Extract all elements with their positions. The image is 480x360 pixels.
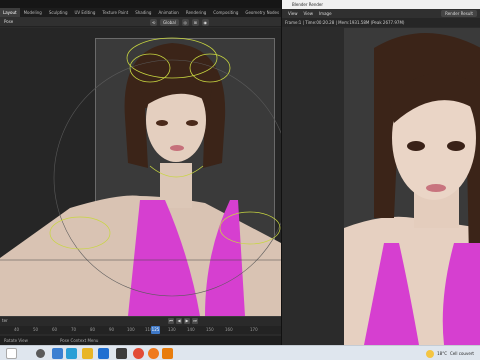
render-eye-left bbox=[407, 141, 425, 151]
render-menu-bar: View View Image Render Result bbox=[282, 9, 480, 18]
tab-layout[interactable]: Layout bbox=[0, 8, 20, 17]
eye-right-shape bbox=[186, 120, 198, 126]
blender-window: Layout Modeling Sculpting UV Editing Tex… bbox=[0, 0, 304, 345]
mail-icon[interactable] bbox=[98, 348, 109, 359]
render-result-image[interactable] bbox=[344, 28, 480, 345]
store-icon[interactable] bbox=[116, 348, 127, 359]
tab-modeling[interactable]: Modeling bbox=[21, 8, 45, 17]
menu-strip bbox=[0, 0, 281, 8]
timeline-label: ter bbox=[2, 318, 8, 323]
search-icon[interactable] bbox=[36, 349, 45, 358]
render-menu-view[interactable]: View bbox=[288, 11, 298, 16]
weather-text[interactable]: Cell couvert bbox=[450, 351, 474, 356]
windows-taskbar: 18°C Cell couvert bbox=[0, 345, 480, 360]
timeline-tick: 100 bbox=[127, 327, 135, 332]
system-tray: 18°C Cell couvert bbox=[426, 348, 474, 359]
status-context-menu: Pose Context Menu bbox=[60, 338, 99, 343]
edge-icon[interactable] bbox=[66, 348, 77, 359]
render-portrait bbox=[344, 28, 480, 345]
snap-icon[interactable]: ⊞ bbox=[191, 18, 199, 26]
transform-orientation-group: ⟲ Global ◎ ⊞ ◉ bbox=[150, 18, 209, 26]
firefox-icon[interactable] bbox=[148, 348, 159, 359]
status-bar: Rotate View Pose Context Menu bbox=[0, 336, 281, 345]
render-window-title: Blender Render bbox=[282, 0, 480, 9]
start-icon[interactable] bbox=[6, 348, 17, 359]
3d-viewport[interactable] bbox=[0, 28, 281, 316]
lips-shape bbox=[170, 145, 184, 151]
tab-animation[interactable]: Animation bbox=[155, 8, 181, 17]
timeline-panel: ter ⏮ ◀ ▶ ⏭ 40 50 60 70 80 90 100 110 12… bbox=[0, 316, 281, 336]
tab-shading[interactable]: Shading bbox=[132, 8, 154, 17]
orientation-dropdown[interactable]: Global bbox=[160, 18, 179, 26]
status-rotate-view: Rotate View bbox=[4, 338, 28, 343]
render-slot-dropdown[interactable]: Render Result bbox=[441, 10, 477, 17]
viewport-header: Pose ⟲ Global ◎ ⊞ ◉ bbox=[0, 17, 281, 27]
timeline-tick: 40 bbox=[14, 327, 20, 332]
timeline-tick: 70 bbox=[71, 327, 77, 332]
file-explorer-icon[interactable] bbox=[82, 348, 93, 359]
timeline-tick: 60 bbox=[52, 327, 58, 332]
render-info-bar: Frame:1 | Time:00:20.28 | Mem:1931.58M (… bbox=[282, 18, 480, 27]
chrome-icon[interactable] bbox=[133, 348, 144, 359]
eye-left-shape bbox=[156, 120, 168, 126]
temperature-text[interactable]: 18°C bbox=[437, 351, 447, 356]
render-window: Blender Render View View Image Render Re… bbox=[281, 0, 480, 345]
jump-start-icon[interactable]: ⏮ bbox=[168, 318, 174, 324]
timeline-ruler[interactable]: 40 50 60 70 80 90 100 110 125 130 140 15… bbox=[0, 326, 281, 334]
orientation-icon[interactable]: ⟲ bbox=[150, 18, 157, 26]
timeline-tick: 80 bbox=[90, 327, 96, 332]
tab-texture-paint[interactable]: Texture Paint bbox=[99, 8, 131, 17]
timeline-tick: 170 bbox=[250, 327, 258, 332]
tab-uv-editing[interactable]: UV Editing bbox=[72, 8, 99, 17]
render-menu-image[interactable]: Image bbox=[319, 11, 332, 16]
render-eye-right bbox=[447, 141, 465, 151]
render-menu-view-2[interactable]: View bbox=[304, 11, 314, 16]
render-lips bbox=[426, 184, 446, 192]
timeline-tick: 140 bbox=[187, 327, 195, 332]
timeline-tick: 150 bbox=[206, 327, 214, 332]
weather-icon[interactable] bbox=[426, 349, 435, 358]
play-reverse-icon[interactable]: ◀ bbox=[176, 318, 182, 324]
play-icon[interactable]: ▶ bbox=[184, 318, 190, 324]
mode-selector[interactable]: Pose bbox=[4, 18, 13, 26]
timeline-tick: 90 bbox=[109, 327, 115, 332]
task-view-icon[interactable] bbox=[52, 348, 63, 359]
timeline-tick: 50 bbox=[33, 327, 39, 332]
playback-controls: ⏮ ◀ ▶ ⏭ bbox=[168, 318, 198, 324]
tab-geometry-nodes[interactable]: Geometry Nodes bbox=[242, 8, 282, 17]
current-frame-indicator[interactable]: 125 bbox=[151, 326, 160, 334]
tab-sculpting[interactable]: Sculpting bbox=[46, 8, 71, 17]
tab-rendering[interactable]: Rendering bbox=[183, 8, 209, 17]
proportional-icon[interactable]: ◉ bbox=[201, 18, 209, 26]
blender-icon[interactable] bbox=[162, 348, 173, 359]
workspace-tabs: Layout Modeling Sculpting UV Editing Tex… bbox=[0, 8, 304, 17]
timeline-tick: 160 bbox=[225, 327, 233, 332]
desktop: Layout Modeling Sculpting UV Editing Tex… bbox=[0, 0, 480, 360]
tab-compositing[interactable]: Compositing bbox=[210, 8, 241, 17]
jump-end-icon[interactable]: ⏭ bbox=[192, 318, 198, 324]
timeline-tick: 130 bbox=[168, 327, 176, 332]
character-render bbox=[0, 37, 281, 316]
pivot-icon[interactable]: ◎ bbox=[181, 18, 189, 26]
